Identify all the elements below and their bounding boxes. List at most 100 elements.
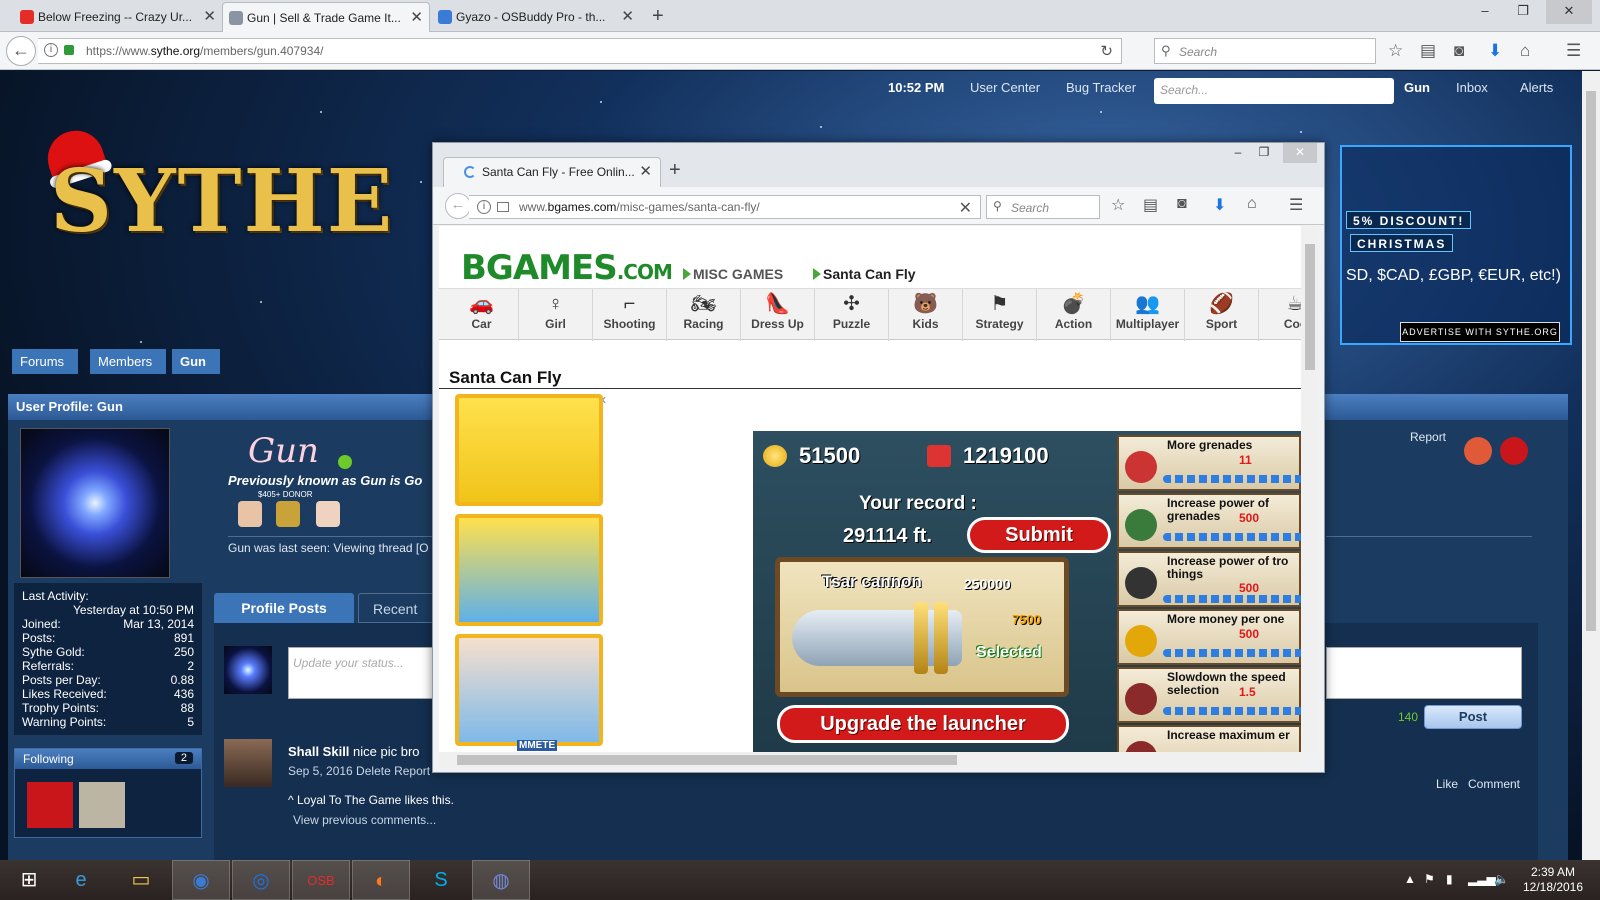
upgrade-row[interactable]: Increase power of tro things 500 — [1117, 551, 1301, 607]
category-multiplayer[interactable]: 👥 Multiplayer — [1111, 289, 1185, 341]
info-icon[interactable]: i — [477, 200, 491, 214]
following-avatar[interactable] — [27, 782, 73, 828]
category-girl[interactable]: ♀ Girl — [519, 289, 593, 341]
ad-thumbnail[interactable] — [455, 514, 603, 626]
tab-youtube[interactable]: Below Freezing -- Crazy Ur... ✕ — [14, 2, 222, 32]
avatar[interactable] — [224, 739, 272, 787]
site-search-input[interactable]: Search... — [1154, 78, 1394, 104]
nav-bug-tracker[interactable]: Bug Tracker — [1066, 80, 1136, 95]
category-action[interactable]: 💣 Action — [1037, 289, 1111, 341]
download-icon[interactable]: ⬇ — [1488, 42, 1502, 60]
sythe-logo[interactable]: SYTHE — [50, 151, 394, 252]
avatar[interactable] — [224, 646, 272, 694]
firefox-icon[interactable]: ◐ — [352, 860, 410, 900]
bookmark-star-icon[interactable]: ☆ — [1111, 195, 1125, 215]
menu-icon[interactable]: ☰ — [1566, 42, 1581, 60]
popup-vertical-scrollbar[interactable] — [1302, 226, 1318, 752]
upgrade-row[interactable]: Increase power of grenades 500 — [1117, 493, 1301, 549]
info-icon[interactable]: i — [44, 43, 58, 57]
pocket-icon[interactable]: ◙ — [1177, 195, 1187, 213]
skype-icon[interactable]: S — [412, 860, 470, 900]
view-previous-comments[interactable]: View previous comments... — [293, 813, 436, 827]
new-tab-button[interactable]: + — [669, 159, 681, 182]
scrollbar-thumb[interactable] — [1305, 244, 1315, 370]
status-input-right[interactable] — [1326, 647, 1522, 699]
breadcrumb-misc-games[interactable]: MISC GAMES — [693, 266, 783, 282]
close-window-button[interactable]: ✕ — [1546, 0, 1592, 24]
post-likes[interactable]: ^ Loyal To The Game likes this. — [288, 793, 454, 807]
tab-gyazo[interactable]: Gyazo - OSBuddy Pro - th... ✕ — [432, 2, 640, 32]
home-icon[interactable]: ⌂ — [1247, 195, 1257, 213]
status-input[interactable]: Update your status... — [288, 647, 438, 699]
maximize-button[interactable]: ❐ — [1500, 0, 1546, 24]
breadcrumb-gun[interactable]: Gun — [172, 349, 220, 374]
advertise-button[interactable]: ADVERTISE WITH SYTHE.ORG — [1400, 322, 1560, 342]
breadcrumb-members[interactable]: Members — [90, 349, 167, 374]
network-icon[interactable]: ▂▃▅ — [1468, 872, 1496, 886]
download-icon[interactable]: ⬇ — [1213, 195, 1226, 215]
upgrade-row[interactable]: Increase maximum er — [1117, 725, 1301, 752]
nav-username[interactable]: Gun — [1404, 80, 1430, 95]
category-car[interactable]: 🚗 Car — [445, 289, 519, 341]
like-link[interactable]: Like — [1436, 777, 1458, 791]
tab-recent[interactable]: Recent — [358, 593, 438, 623]
file-explorer-icon[interactable]: ▭ — [112, 860, 170, 900]
close-tab-icon[interactable]: ✕ — [410, 3, 423, 32]
cannon-panel[interactable]: Tsar cannon 250000 7500 Selected — [775, 557, 1069, 697]
category-sport[interactable]: 🏈 Sport — [1185, 289, 1259, 341]
browser-search-input[interactable]: ⚲ Search — [1154, 38, 1376, 64]
back-button[interactable]: ← — [445, 193, 471, 219]
category-shooting[interactable]: ⌐ Shooting — [593, 289, 667, 341]
upgrade-row[interactable]: Slowdown the speed selection 1.5 — [1117, 667, 1301, 723]
category-puzzle[interactable]: ✣ Puzzle — [815, 289, 889, 341]
close-tab-icon[interactable]: ✕ — [203, 2, 216, 32]
scrollbar-thumb[interactable] — [457, 755, 957, 765]
close-tab-icon[interactable]: ✕ — [639, 158, 652, 186]
chrome-taskbar-icon[interactable]: ◎ — [232, 860, 290, 900]
new-tab-button[interactable]: + — [652, 3, 664, 29]
back-button[interactable]: ← — [6, 36, 36, 66]
tab-sythe[interactable]: Gun | Sell & Trade Game It... ✕ — [222, 2, 430, 32]
submit-button[interactable]: Submit — [967, 517, 1111, 553]
upgrade-row[interactable]: More money per one 500 — [1117, 609, 1301, 665]
tray-expand-icon[interactable]: ▲ — [1404, 872, 1416, 886]
page-scrollbar[interactable] — [1582, 71, 1600, 860]
gyazo-taskbar-icon[interactable]: ◉ — [172, 860, 230, 900]
category-kids[interactable]: 🐻 Kids — [889, 289, 963, 341]
report-link[interactable]: Report — [1410, 430, 1446, 444]
internet-explorer-icon[interactable]: e — [52, 860, 110, 900]
reading-list-icon[interactable]: ▤ — [1420, 42, 1436, 60]
taskbar-clock[interactable]: 2:39 AM 12/18/2016 — [1520, 865, 1586, 895]
bookmark-star-icon[interactable]: ☆ — [1388, 42, 1403, 60]
breadcrumb-forums[interactable]: Forums — [12, 349, 79, 374]
menu-icon[interactable]: ☰ — [1289, 195, 1303, 215]
osbuddy-icon[interactable]: OSB — [292, 860, 350, 900]
category-strategy[interactable]: ⚑ Strategy — [963, 289, 1037, 341]
popup-horizontal-scrollbar[interactable] — [439, 752, 1301, 768]
url-bar[interactable]: i www.bgames.com/misc-games/santa-can-fl… — [469, 195, 981, 219]
upgrade-launcher-button[interactable]: Upgrade the launcher — [777, 705, 1069, 743]
upgrade-row[interactable]: More grenades 11 — [1117, 435, 1301, 491]
tab-santa-can-fly[interactable]: Santa Can Fly - Free Onlin... ✕ — [443, 157, 661, 187]
reload-icon[interactable]: ↻ — [1100, 42, 1113, 60]
close-tab-icon[interactable]: ✕ — [621, 2, 634, 32]
post-author[interactable]: Shall Skill — [288, 744, 349, 759]
discord-icon[interactable]: ◍ — [472, 860, 530, 900]
flag-icon[interactable]: ⚑ — [1424, 872, 1435, 886]
category-racing[interactable]: 🏍 Racing — [667, 289, 741, 341]
scrollbar-thumb[interactable] — [1586, 91, 1596, 631]
ad-thumbnail[interactable] — [455, 394, 603, 506]
home-icon[interactable]: ⌂ — [1520, 42, 1530, 60]
battery-icon[interactable]: ▮ — [1446, 872, 1453, 886]
pocket-icon[interactable]: ◙ — [1454, 42, 1464, 60]
reading-list-icon[interactable]: ▤ — [1143, 195, 1158, 215]
tab-profile-posts[interactable]: Profile Posts — [214, 593, 354, 623]
close-window-button[interactable]: ✕ — [1283, 143, 1317, 163]
following-avatar[interactable] — [79, 782, 125, 828]
windows-start-icon[interactable]: ⊞ — [0, 860, 58, 900]
bgames-logo[interactable]: BGAMES.COM — [461, 248, 673, 288]
comment-link[interactable]: Comment — [1468, 777, 1520, 791]
stop-loading-icon[interactable]: ✕ — [959, 198, 972, 218]
ad-thumbnail[interactable] — [455, 634, 603, 746]
category-dress-up[interactable]: 👠 Dress Up — [741, 289, 815, 341]
